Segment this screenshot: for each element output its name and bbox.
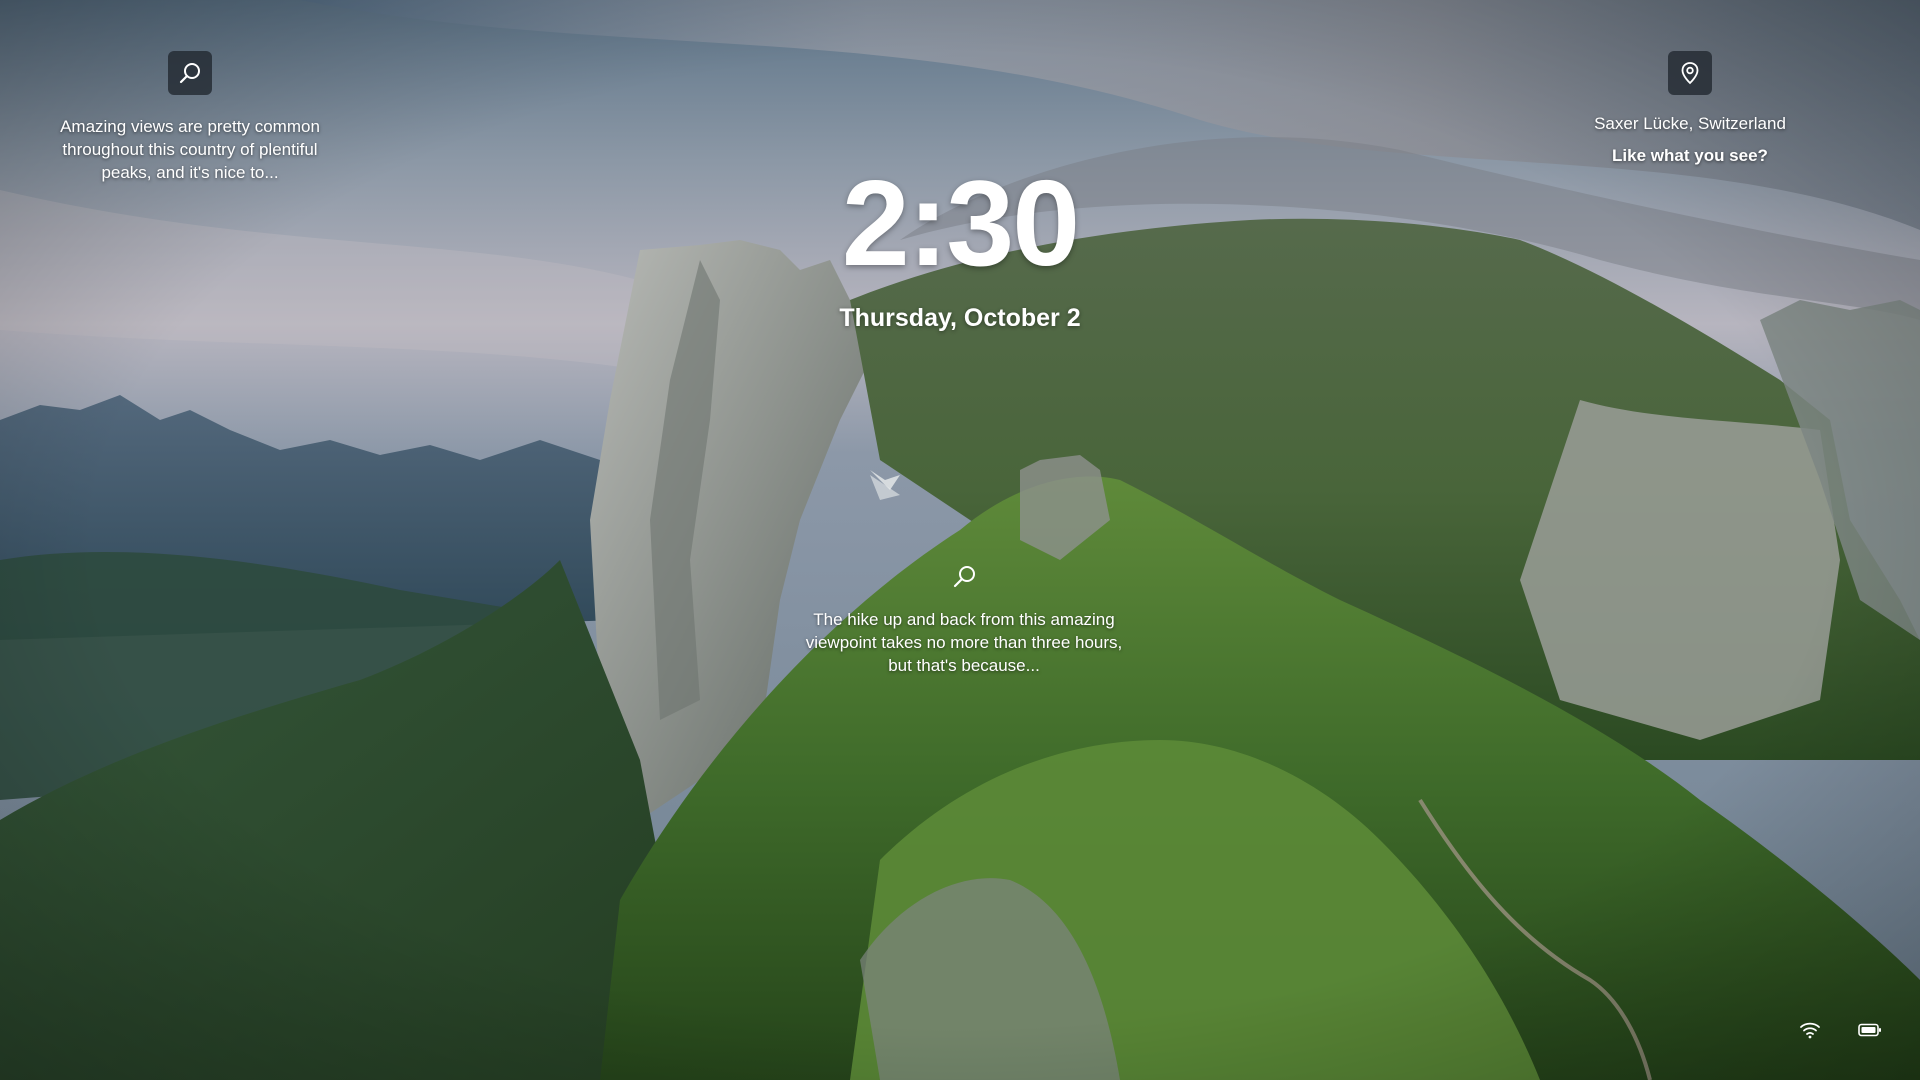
spotlight-tip-text: Amazing views are pretty common througho… [60,117,320,182]
like-what-you-see-link[interactable]: Like what you see? [1612,145,1768,167]
clock-time: 2:30 [841,155,1080,291]
spotlight-tip-left[interactable]: Amazing views are pretty common througho… [40,51,340,184]
search-icon[interactable] [168,51,212,95]
location-title: Saxer Lücke, Switzerland [1594,114,1786,133]
location-pin-icon[interactable] [1668,51,1712,95]
spotlight-location[interactable]: Saxer Lücke, Switzerland Like what you s… [1560,51,1820,167]
lock-screen[interactable]: Amazing views are pretty common througho… [0,0,1920,1080]
wifi-icon[interactable] [1798,1018,1822,1042]
spotlight-tip-center[interactable]: The hike up and back from this amazing v… [794,560,1134,677]
search-icon[interactable] [947,560,981,594]
spotlight-tip-text: The hike up and back from this amazing v… [805,610,1123,675]
status-bar [1798,1018,1882,1042]
battery-icon[interactable] [1858,1018,1882,1042]
clock-date: Thursday, October 2 [839,304,1081,332]
